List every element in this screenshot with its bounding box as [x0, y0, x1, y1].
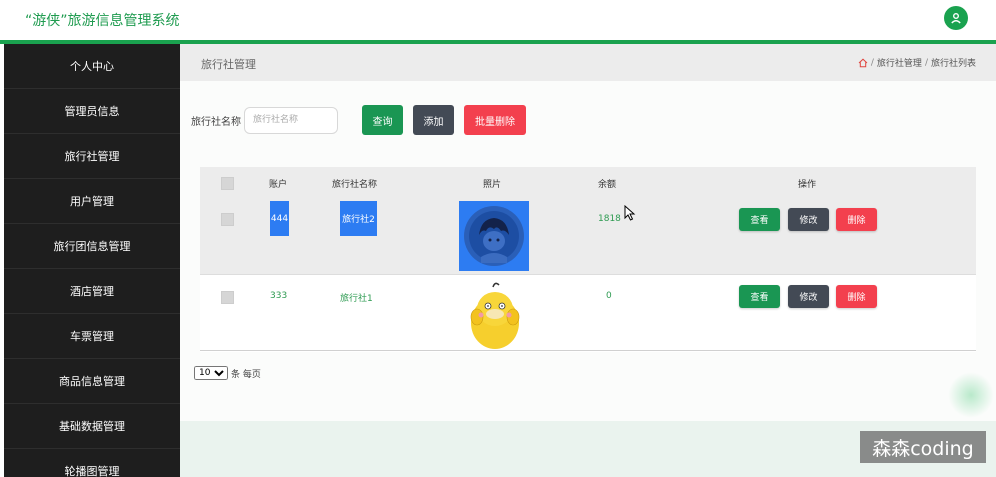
view-button[interactable]: 查看	[739, 208, 780, 231]
view-button[interactable]: 查看	[739, 285, 780, 308]
mouse-cursor-icon	[624, 205, 636, 221]
home-icon[interactable]	[858, 58, 868, 68]
watermark: 森森coding	[860, 431, 986, 463]
sidebar-item-carousel[interactable]: 轮播图管理	[4, 449, 180, 477]
breadcrumb-separator: /	[870, 57, 874, 68]
table-bottom-border	[200, 350, 976, 351]
agency-table: 账户 旅行社名称 照片 余额 操作 444 旅行社2 1818 查看 修改 删除…	[200, 167, 976, 352]
breadcrumb-separator: /	[924, 57, 928, 68]
pagination: 10 条 每页	[194, 366, 261, 380]
sidebar: 个人中心 管理员信息 旅行社管理 用户管理 旅行团信息管理 酒店管理 车票管理 …	[4, 44, 180, 477]
page-size-select[interactable]: 10	[194, 366, 228, 380]
breadcrumb-item-agency[interactable]: 旅行社管理	[877, 56, 922, 69]
sidebar-item-hotels[interactable]: 酒店管理	[4, 269, 180, 314]
delete-button[interactable]: 删除	[836, 285, 877, 308]
column-header-name: 旅行社名称	[332, 180, 378, 190]
breadcrumb: / 旅行社管理 / 旅行社列表	[858, 56, 976, 69]
agency-name-search-input[interactable]	[244, 106, 338, 134]
breadcrumb-item-list: 旅行社列表	[930, 59, 976, 69]
app-title: “游侠”旅游信息管理系统	[25, 13, 180, 29]
row-divider	[200, 274, 976, 275]
column-header-photo: 照片	[483, 180, 502, 190]
yellow-duck-image	[470, 282, 520, 349]
agency-name-cell: 旅行社2	[340, 201, 377, 236]
sidebar-item-agency[interactable]: 旅行社管理	[4, 134, 180, 179]
sidebar-item-tour-groups[interactable]: 旅行团信息管理	[4, 224, 180, 269]
sidebar-item-users[interactable]: 用户管理	[4, 179, 180, 224]
content-area: 旅行社名称 查询 添加 批量删除 账户 旅行社名称 照片 余额 操作 444 旅…	[180, 81, 996, 421]
column-header-account: 账户	[269, 180, 288, 190]
edit-button[interactable]: 修改	[788, 208, 829, 231]
content-header: 旅行社管理 / 旅行社管理 / 旅行社列表	[180, 44, 996, 81]
sidebar-item-admin[interactable]: 管理员信息	[4, 89, 180, 134]
query-button[interactable]: 查询	[362, 105, 403, 135]
balance-cell: 1818	[598, 214, 621, 224]
per-page-label: 条 每页	[231, 369, 261, 380]
column-header-balance: 余额	[598, 180, 617, 190]
sidebar-item-base-data[interactable]: 基础数据管理	[4, 404, 180, 449]
edit-button[interactable]: 修改	[788, 285, 829, 308]
page-title: 旅行社管理	[201, 58, 256, 71]
user-icon-glyph	[951, 13, 961, 24]
agency-photo-anime-avatar	[459, 201, 529, 271]
sidebar-item-profile[interactable]: 个人中心	[4, 44, 180, 89]
sidebar-item-tickets[interactable]: 车票管理	[4, 314, 180, 359]
add-button[interactable]: 添加	[413, 105, 454, 135]
account-cell: 444	[270, 201, 289, 236]
row-checkbox[interactable]	[221, 291, 234, 304]
search-label: 旅行社名称	[191, 116, 241, 128]
select-all-checkbox[interactable]	[221, 177, 234, 190]
agency-photo-yellow-duck	[465, 279, 525, 351]
account-cell: 333	[270, 291, 288, 301]
column-header-actions: 操作	[798, 180, 817, 190]
agency-name-cell: 旅行社1	[340, 294, 373, 304]
top-header: “游侠”旅游信息管理系统	[0, 0, 996, 40]
balance-cell: 0	[606, 291, 612, 301]
search-bar: 旅行社名称 查询 添加 批量删除	[191, 104, 526, 136]
delete-button[interactable]: 删除	[836, 208, 877, 231]
batch-delete-button[interactable]: 批量删除	[464, 105, 526, 135]
row-checkbox[interactable]	[221, 213, 234, 226]
decorative-glow	[948, 372, 994, 418]
anime-avatar-image	[464, 206, 524, 266]
sidebar-item-products[interactable]: 商品信息管理	[4, 359, 180, 404]
user-icon[interactable]	[944, 6, 968, 30]
